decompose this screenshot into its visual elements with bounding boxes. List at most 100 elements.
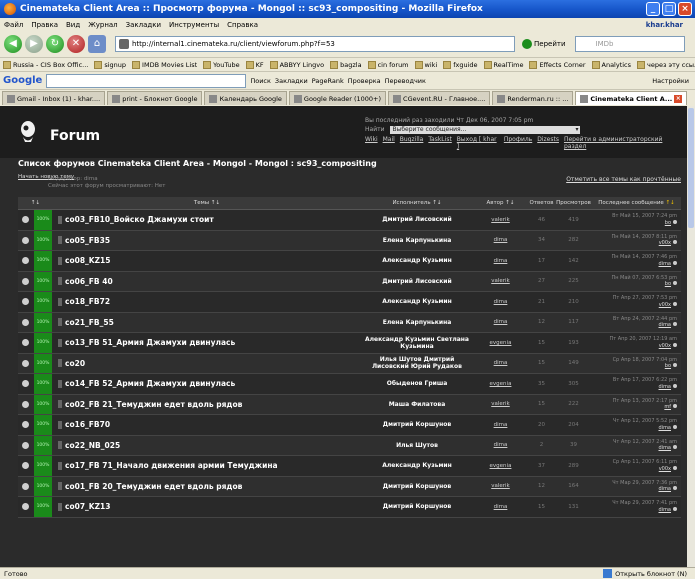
bookmark-item[interactable]: Analytics: [591, 60, 631, 69]
spellcheck-button[interactable]: Проверка: [348, 77, 381, 85]
menu-bookmarks[interactable]: Закладки: [126, 21, 161, 29]
last-post-user-link[interactable]: dima: [659, 322, 672, 328]
last-post-user-link[interactable]: bo: [665, 281, 671, 287]
author-link[interactable]: valerik: [473, 217, 528, 223]
session-link[interactable]: Профиль: [504, 136, 532, 150]
topic-link[interactable]: co22_NB_025: [53, 441, 361, 450]
author-link[interactable]: dima: [473, 504, 528, 510]
google-bookmarks-button[interactable]: Закладки: [275, 77, 308, 85]
tab-close-icon[interactable]: ×: [674, 94, 683, 103]
col-author[interactable]: Автор ↑↓: [473, 200, 528, 206]
bookmark-item[interactable]: YouTube: [203, 60, 240, 69]
author-link[interactable]: evgenia: [473, 381, 528, 387]
scrollbar-thumb[interactable]: [688, 108, 694, 228]
menu-history[interactable]: Журнал: [88, 21, 117, 29]
minimize-button[interactable]: _: [646, 2, 660, 16]
translate-button[interactable]: Переводчик: [385, 77, 426, 85]
goto-last-post-icon[interactable]: [673, 240, 677, 245]
topic-link[interactable]: co06_FB 40: [53, 277, 361, 286]
topic-link[interactable]: co17_FB 71_Начало движения армии Темуджи…: [53, 461, 361, 470]
topic-link[interactable]: co14_FB 52_Армия Джамухи двинулась: [53, 379, 361, 388]
menu-help[interactable]: Справка: [227, 21, 258, 29]
session-link[interactable]: Перейти в администраторский раздел: [564, 136, 681, 150]
author-link[interactable]: evgenia: [473, 463, 528, 469]
bookmark-item[interactable]: cin forum: [367, 60, 409, 69]
author-link[interactable]: dima: [473, 422, 528, 428]
sort-arrows-icon[interactable]: ↑↓: [18, 200, 53, 206]
session-link[interactable]: TaskList: [428, 136, 451, 150]
author-link[interactable]: valerik: [473, 401, 528, 407]
col-last[interactable]: Последнее сообщение ↑↓: [592, 200, 681, 206]
open-notebook-button[interactable]: Открыть блокнот (N): [615, 570, 687, 578]
topic-link[interactable]: co20: [53, 359, 361, 368]
topic-link[interactable]: co03_FB10_Войско Джамухи стоит: [53, 215, 361, 224]
stop-button[interactable]: ✕: [67, 35, 85, 53]
topic-link[interactable]: co08_KZ15: [53, 256, 361, 265]
goto-last-post-icon[interactable]: [673, 383, 677, 388]
menu-view[interactable]: Вид: [66, 21, 80, 29]
goto-last-post-icon[interactable]: [673, 219, 677, 224]
browser-tab[interactable]: CGevent.RU - Главное....: [388, 91, 491, 105]
last-post-user-link[interactable]: v00x: [659, 343, 671, 349]
goto-last-post-icon[interactable]: [673, 465, 677, 470]
last-post-user-link[interactable]: dima: [659, 507, 672, 513]
browser-tab[interactable]: Renderman.ru :: ...: [492, 91, 574, 105]
last-post-user-link[interactable]: bo: [665, 220, 671, 226]
last-post-user-link[interactable]: v00x: [659, 466, 671, 472]
session-link[interactable]: Mail: [383, 136, 395, 150]
topic-link[interactable]: co21_FB_55: [53, 318, 361, 327]
browser-tab[interactable]: Google Reader (1000+): [288, 91, 387, 105]
bookmark-item[interactable]: KF: [245, 60, 264, 69]
goto-last-post-icon[interactable]: [673, 301, 677, 306]
last-post-user-link[interactable]: dima: [659, 384, 672, 390]
back-button[interactable]: ◀: [4, 35, 22, 53]
bookmark-item[interactable]: bagzla: [330, 60, 362, 69]
goto-last-post-icon[interactable]: [673, 486, 677, 491]
address-bar[interactable]: http://internal1.cinemateka.ru/client/vi…: [115, 36, 515, 52]
last-post-user-link[interactable]: dima: [659, 445, 672, 451]
topic-link[interactable]: co13_FB 51_Армия Джамухи двинулась: [53, 338, 361, 347]
menu-edit[interactable]: Правка: [31, 21, 58, 29]
goto-last-post-icon[interactable]: [673, 342, 677, 347]
last-post-user-link[interactable]: dima: [659, 486, 672, 492]
author-link[interactable]: valerik: [473, 278, 528, 284]
goto-last-post-icon[interactable]: [673, 260, 677, 265]
goto-last-post-icon[interactable]: [673, 506, 677, 511]
bookmark-item[interactable]: signup: [94, 60, 126, 69]
author-link[interactable]: valerik: [473, 483, 528, 489]
find-select[interactable]: Выберите сообщения...: [390, 125, 581, 134]
close-button[interactable]: ×: [678, 2, 692, 16]
bookmark-item[interactable]: wiki: [414, 60, 437, 69]
reload-button[interactable]: ↻: [46, 35, 64, 53]
last-post-user-link[interactable]: v00x: [659, 302, 671, 308]
author-link[interactable]: dima: [473, 360, 528, 366]
author-link[interactable]: dima: [473, 319, 528, 325]
bookmark-item[interactable]: через эту ссылку: [637, 60, 695, 69]
goto-last-post-icon[interactable]: [673, 424, 677, 429]
topic-link[interactable]: co18_FB72: [53, 297, 361, 306]
mark-all-read-link[interactable]: Отметить все темы как прочтённые: [566, 176, 681, 183]
bookmark-item[interactable]: Russia - CIS Box Offic...: [3, 60, 88, 69]
author-link[interactable]: dima: [473, 442, 528, 448]
goto-last-post-icon[interactable]: [673, 322, 677, 327]
browser-tab[interactable]: print - Блокнот Google: [107, 91, 203, 105]
author-link[interactable]: evgenia: [473, 340, 528, 346]
maximize-button[interactable]: □: [662, 2, 676, 16]
topic-link[interactable]: co01_FB 20_Темуджин едет вдоль рядов: [53, 482, 361, 491]
go-button[interactable]: Перейти: [522, 39, 566, 49]
pagerank-indicator[interactable]: PageRank: [312, 77, 344, 85]
author-link[interactable]: dima: [473, 299, 528, 305]
topic-link[interactable]: co07_KZ13: [53, 502, 361, 511]
menu-file[interactable]: Файл: [4, 21, 23, 29]
settings-button[interactable]: Настройки: [652, 77, 695, 85]
col-user[interactable]: Исполнитель ↑↓: [361, 200, 473, 206]
topic-link[interactable]: co02_FB 21_Темуджин едет вдоль рядов: [53, 400, 361, 409]
browser-tab[interactable]: Gmail - Inbox (1) - khar....: [2, 91, 106, 105]
vertical-scrollbar[interactable]: [687, 106, 695, 567]
bookmark-item[interactable]: fxguide: [443, 60, 478, 69]
session-link[interactable]: Wiki: [365, 136, 378, 150]
topic-link[interactable]: co16_FB70: [53, 420, 361, 429]
goto-last-post-icon[interactable]: [673, 281, 677, 286]
bookmark-item[interactable]: ABBYY Lingvo: [269, 60, 324, 69]
bookmark-item[interactable]: IMDB Movies List: [132, 60, 197, 69]
